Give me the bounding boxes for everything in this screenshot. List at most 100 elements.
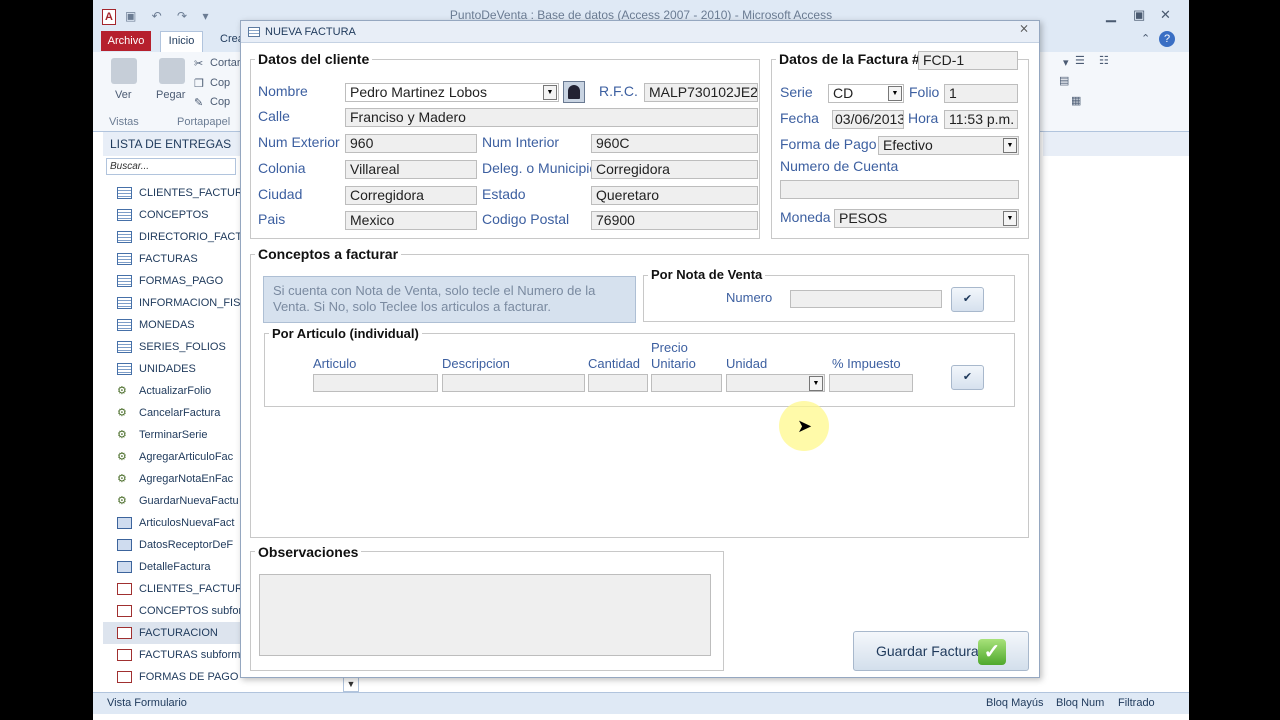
query-icon: ⚙ [117,451,127,463]
minimize-icon[interactable]: ▁ [1106,7,1116,23]
nav-search-input[interactable]: Buscar... [106,158,236,175]
hora-field[interactable]: 11:53 p.m. [944,110,1018,129]
nav-item-label: FORMAS_PAGO [139,275,224,287]
cantidad-input[interactable] [588,374,648,392]
table-icon [117,231,132,243]
descripcion-input[interactable] [442,374,585,392]
chevron-down-icon[interactable]: ▼ [809,376,823,391]
codigo-postal-field[interactable]: 76900 [591,211,758,230]
table-icon [117,297,132,309]
numero-label: Numero [726,290,773,305]
paste-icon[interactable] [159,58,185,84]
serie-value: CD [833,85,854,101]
numero-cuenta-label: Numero de Cuenta [780,158,899,174]
query-icon: ⚙ [117,407,127,419]
report-icon [117,605,132,617]
nav-item-label: MONEDAS [139,319,195,331]
cortar-button[interactable]: Cortar [210,57,241,69]
ciudad-field[interactable]: Corregidora [345,186,477,205]
col-cantidad: Cantidad [588,356,641,371]
tab-inicio[interactable]: Inicio [160,31,203,52]
add-articulo-button[interactable]: ✔ [951,365,984,390]
report-icon [117,627,132,639]
codigo-postal-label: Codigo Postal [482,211,570,227]
num-exterior-field[interactable]: 960 [345,134,477,153]
fecha-label: Fecha [780,110,819,126]
colonia-field[interactable]: Villareal [345,160,477,179]
datos-cliente-title: Datos del cliente [255,51,373,67]
help-icon[interactable]: ? [1159,31,1175,47]
status-bloq-mayus: Bloq Mayús [986,697,1044,709]
factura-numero-field[interactable]: FCD-1 [918,51,1018,70]
pegar-button[interactable]: Pegar [156,89,185,101]
report-icon [117,649,132,661]
view-icon[interactable] [111,58,137,84]
check-icon: ✔ [962,371,973,383]
numero-nota-field[interactable] [790,290,942,308]
copiar-formato-button[interactable]: Cop [210,96,230,108]
num-exterior-label: Num Exterior [258,134,340,150]
chevron-down-icon[interactable]: ▼ [1003,138,1017,153]
nav-item-label: AgregarNotaEnFac [139,473,234,485]
collapse-ribbon-icon[interactable]: ⌃ [1141,32,1150,45]
access-window: A ▣ ↶ ↷ ▾ PuntoDeVenta : Base de datos (… [93,0,1189,720]
pais-field[interactable]: Mexico [345,211,477,230]
tab-archivo[interactable]: Archivo [101,31,151,51]
articulo-input[interactable] [313,374,438,392]
dropdown-icon[interactable]: ▾ [1063,56,1069,69]
col-impuesto: % Impuesto [832,356,901,371]
num-interior-field[interactable]: 960C [591,134,758,153]
nav-item-label: CONCEPTOS subform [139,605,252,617]
nav-item-label: AgregarArticuloFac [139,451,234,463]
estado-field[interactable]: Queretaro [591,186,758,205]
deleg-field[interactable]: Corregidora [591,160,758,179]
client-lookup-button[interactable] [563,81,585,103]
maximize-icon[interactable]: ▣ [1133,7,1145,23]
guardar-factura-button[interactable]: Guardar Factura ✓ [853,631,1029,671]
copy-icon[interactable]: ❐ [194,77,204,90]
format-painter-icon[interactable]: ✎ [194,96,203,109]
datos-factura-title: Datos de la Factura # [776,51,923,67]
chevron-down-icon[interactable]: ▼ [888,86,902,101]
close-icon[interactable]: ✕ [1160,7,1171,23]
fecha-field[interactable]: 03/06/2013 [832,110,904,129]
forma-pago-combo[interactable]: Efectivo ▼ [878,136,1019,155]
rfc-label: R.F.C. [599,83,638,99]
nombre-combo[interactable]: Pedro Martinez Lobos ▼ [345,83,559,102]
moneda-combo[interactable]: PESOS ▼ [834,209,1019,228]
nueva-factura-dialog: NUEVA FACTURA ⨯ Datos del cliente Nombre… [240,20,1040,678]
numero-cuenta-field[interactable] [780,180,1019,199]
list-icon[interactable]: ☰ [1075,54,1085,67]
calle-field[interactable]: Franciso y Madero [345,108,758,127]
guardar-factura-label: Guardar Factura [876,643,979,659]
table-icon [117,253,132,265]
col-unidad: Unidad [726,356,768,371]
unidad-combo[interactable]: ▼ [726,374,825,392]
folio-field[interactable]: 1 [944,84,1018,103]
serie-combo[interactable]: CD ▼ [828,84,904,103]
nombre-value: Pedro Martinez Lobos [350,84,487,100]
chevron-down-icon[interactable]: ▼ [1003,211,1017,226]
cut-icon[interactable]: ✂ [194,57,203,70]
observaciones-textarea[interactable] [259,574,711,656]
forma-pago-value: Efectivo [883,137,933,153]
gridlines-icon[interactable]: ▦ [1071,94,1081,107]
impuesto-input[interactable] [829,374,913,392]
query-icon: ⚙ [117,495,127,507]
check-icon: ✔ [962,293,973,305]
rfc-field[interactable]: MALP730102JE2 [644,83,758,102]
align-icon[interactable]: ▤ [1059,74,1069,87]
numbered-list-icon[interactable]: ☷ [1099,54,1109,67]
nav-item-label: CancelarFactura [139,407,221,419]
nav-scroll-down-icon[interactable]: ▼ [343,676,359,692]
nav-item-label: FACTURACION [139,627,218,639]
nota-venta-title: Por Nota de Venta [648,267,766,282]
nav-item-label: UNIDADES [139,363,196,375]
copiar-button[interactable]: Cop [210,77,230,89]
precio-unitario-input[interactable] [651,374,722,392]
chevron-down-icon[interactable]: ▼ [543,85,557,100]
dialog-close-icon[interactable]: ⨯ [1019,21,1029,35]
add-nota-button[interactable]: ✔ [951,287,984,312]
ver-button[interactable]: Ver [115,89,132,101]
status-bar: Vista Formulario Bloq Mayús Bloq Num Fil… [93,692,1189,714]
